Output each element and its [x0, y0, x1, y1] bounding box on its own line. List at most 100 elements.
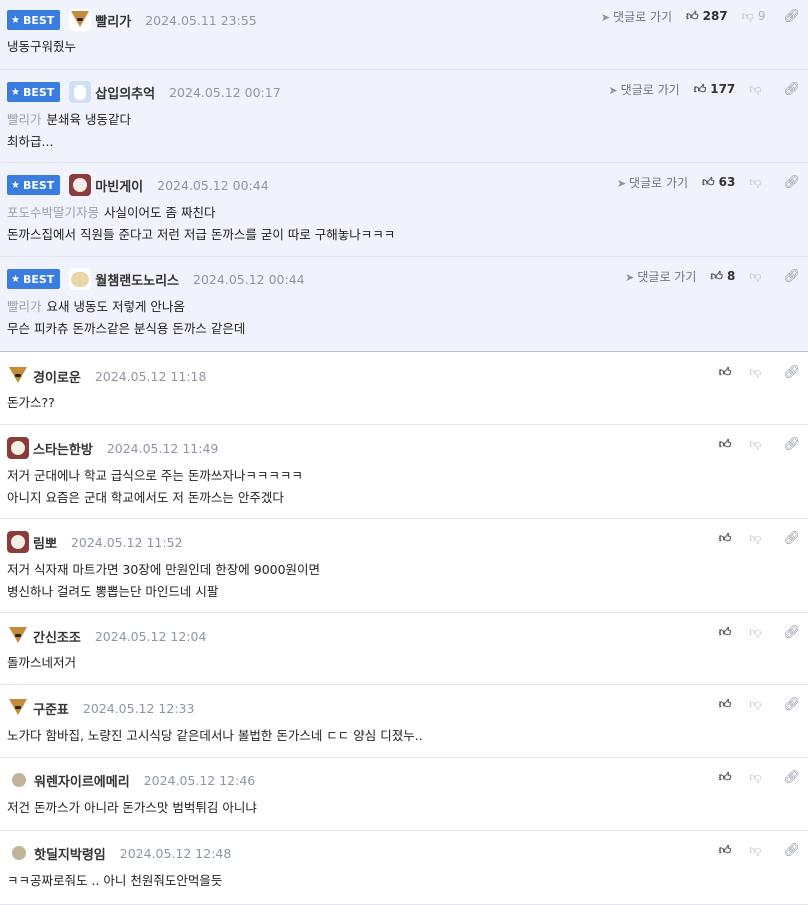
- downvote-button[interactable]: 👎︎: [749, 843, 765, 858]
- comment-actions: ➤ 댓글로 가기 👍︎ 177 👎︎ 🔗︎: [608, 81, 800, 97]
- thumbs-down-icon: 👎︎: [749, 530, 762, 545]
- avatar[interactable]: [7, 697, 29, 719]
- thumbs-up-icon: 👍︎: [718, 696, 732, 711]
- avatar[interactable]: [7, 437, 29, 459]
- reply-target[interactable]: 빨리가: [7, 299, 42, 314]
- nickname[interactable]: 마빈게이: [95, 176, 143, 195]
- comment-actions: 👍︎ 👎︎ 🔗︎: [719, 769, 800, 785]
- comment-body: 포도수박딸기자몽 사실이어도 좀 짜친다 돈까스집에서 직원들 준다고 저런 저급…: [7, 205, 396, 242]
- nickname[interactable]: 림뽀: [33, 533, 57, 552]
- downvote-button[interactable]: 👎︎: [749, 82, 765, 97]
- goto-comment-link[interactable]: ➤ 댓글로 가기: [625, 268, 696, 285]
- comment-header: 핫딜지박령임 2024.05.12 12:48: [7, 841, 231, 865]
- nickname[interactable]: 월챔랜도노리스: [95, 270, 179, 289]
- nickname[interactable]: 워렌자이르에메리: [34, 771, 130, 790]
- comment-actions: 👍︎ 👎︎ 🔗︎: [719, 696, 800, 712]
- comment-actions: 👍︎ 👎︎ 🔗︎: [719, 436, 800, 452]
- downvote-button[interactable]: 👎︎: [749, 697, 765, 712]
- upvote-button[interactable]: 👍︎: [719, 770, 736, 785]
- link-icon[interactable]: 🔗︎: [783, 9, 800, 24]
- timestamp: 2024.05.12 11:18: [94, 368, 207, 384]
- best-comment: ★ BEST 삽입의추억 2024.05.12 00:17 ➤ 댓글로 가기 👍︎ 1…: [0, 70, 808, 163]
- best-badge: ★ BEST: [7, 10, 61, 30]
- link-icon[interactable]: 🔗︎: [783, 365, 800, 380]
- nickname[interactable]: 경이로운: [33, 367, 81, 386]
- avatar[interactable]: [7, 365, 29, 387]
- send-arrow-icon: ➤: [608, 83, 618, 97]
- timestamp: 2024.05.12 00:44: [193, 271, 305, 287]
- downvote-button[interactable]: 👎︎: [749, 531, 765, 546]
- timestamp: 2024.05.11 23:55: [145, 12, 257, 28]
- upvote-button[interactable]: 👍︎: [719, 843, 736, 858]
- reply-target[interactable]: 빨리가: [7, 112, 42, 127]
- comment: 스타는한방 2024.05.12 11:49 👍︎ 👎︎ 🔗︎ 저거 군대에나 …: [0, 425, 808, 519]
- comment: 간신조조 2024.05.12 12:04 👍︎ 👎︎ 🔗︎ 돌까스네저거: [0, 613, 808, 685]
- thumbs-up-icon: 👍︎: [710, 268, 723, 283]
- avatar[interactable]: [7, 625, 29, 647]
- downvote-button[interactable]: 👎︎: [749, 269, 765, 284]
- comment-actions: ➤ 댓글로 가기 👍︎ 287 👎︎ 9 🔗︎: [601, 8, 800, 24]
- avatar[interactable]: [7, 531, 29, 553]
- nickname[interactable]: 핫딜지박령임: [34, 844, 106, 863]
- downvote-button[interactable]: 👎︎: [749, 175, 765, 190]
- nickname[interactable]: 스타는한방: [33, 439, 93, 458]
- downvote-button[interactable]: 👎︎ 9: [742, 9, 766, 24]
- thumbs-down-icon: 👎︎: [749, 81, 762, 96]
- thumbs-up-icon: 👍︎: [702, 174, 715, 189]
- timestamp: 2024.05.12 11:52: [70, 534, 183, 550]
- upvote-button[interactable]: 👍︎ 287: [686, 9, 728, 24]
- avatar[interactable]: [69, 81, 92, 103]
- comment: 핫딜지박령임 2024.05.12 12:48 👍︎ 👎︎ 🔗︎ ㅋㅋ공짜로줘도…: [0, 831, 808, 905]
- upvote-button[interactable]: 👍︎: [719, 437, 736, 452]
- upvote-button[interactable]: 👍︎: [719, 697, 736, 712]
- comment-body: ㅋㅋ공짜로줘도 .. 아니 천원줘도안먹을듯: [7, 873, 223, 888]
- comment: 워렌자이르에메리 2024.05.12 12:46 👍︎ 👎︎ 🔗︎ 저건 돈까…: [0, 758, 808, 831]
- avatar[interactable]: [69, 268, 92, 290]
- goto-comment-link[interactable]: ➤ 댓글로 가기: [617, 174, 688, 191]
- upvote-button[interactable]: 👍︎: [719, 531, 736, 546]
- link-icon[interactable]: 🔗︎: [783, 697, 800, 712]
- downvote-button[interactable]: 👎︎: [749, 365, 765, 380]
- downvote-button[interactable]: 👎︎: [749, 625, 765, 640]
- comment: 구준표 2024.05.12 12:33 👍︎ 👎︎ 🔗︎ 노가다 함바집, 노…: [0, 685, 808, 758]
- star-icon: ★: [11, 273, 20, 285]
- link-icon[interactable]: 🔗︎: [783, 531, 800, 546]
- upvote-button[interactable]: 👍︎ 63: [702, 175, 735, 190]
- link-icon[interactable]: 🔗︎: [783, 770, 800, 785]
- goto-comment-link[interactable]: ➤ 댓글로 가기: [608, 81, 679, 98]
- nickname[interactable]: 삽입의추억: [95, 83, 155, 102]
- comment: 경이로운 2024.05.12 11:18 👍︎ 👎︎ 🔗︎ 돈가스??: [0, 352, 808, 425]
- nickname[interactable]: 간신조조: [33, 627, 81, 646]
- comment-body: 돌까스네저거: [7, 655, 77, 670]
- nickname[interactable]: 빨리가: [95, 11, 131, 30]
- goto-comment-link[interactable]: ➤ 댓글로 가기: [601, 8, 672, 25]
- comment-header: ★ BEST 월챔랜도노리스 2024.05.12 00:44: [7, 267, 305, 291]
- link-icon[interactable]: 🔗︎: [783, 843, 800, 858]
- link-icon[interactable]: 🔗︎: [783, 175, 800, 190]
- thumbs-down-icon: 👎︎: [749, 436, 762, 451]
- comment-body: 돈가스??: [7, 395, 55, 410]
- downvote-button[interactable]: 👎︎: [749, 437, 765, 452]
- link-icon[interactable]: 🔗︎: [783, 82, 800, 97]
- link-icon[interactable]: 🔗︎: [783, 437, 800, 452]
- thumbs-up-icon: 👍︎: [718, 364, 732, 379]
- downvote-button[interactable]: 👎︎: [749, 770, 765, 785]
- avatar[interactable]: [69, 174, 92, 196]
- upvote-button[interactable]: 👍︎ 8: [710, 269, 735, 284]
- comment-actions: 👍︎ 👎︎ 🔗︎: [719, 624, 800, 640]
- timestamp: 2024.05.12 12:04: [94, 628, 207, 644]
- best-comment: ★ BEST 빨리가 2024.05.11 23:55 ➤ 댓글로 가기 👍︎ 287…: [0, 0, 808, 70]
- comment-header: 스타는한방 2024.05.12 11:49: [7, 436, 218, 460]
- link-icon[interactable]: 🔗︎: [783, 625, 800, 640]
- avatar[interactable]: [12, 773, 26, 787]
- thumbs-up-icon: 👍︎: [718, 769, 732, 784]
- avatar[interactable]: [69, 9, 92, 31]
- link-icon[interactable]: 🔗︎: [783, 269, 800, 284]
- upvote-button[interactable]: 👍︎: [719, 365, 736, 380]
- upvote-button[interactable]: 👍︎: [719, 625, 736, 640]
- upvote-button[interactable]: 👍︎ 177: [694, 82, 736, 97]
- best-comment: ★ BEST 마빈게이 2024.05.12 00:44 ➤ 댓글로 가기 👍︎ 63…: [0, 163, 808, 257]
- reply-target[interactable]: 포도수박딸기자몽: [7, 205, 99, 220]
- nickname[interactable]: 구준표: [33, 699, 69, 718]
- avatar[interactable]: [12, 846, 26, 860]
